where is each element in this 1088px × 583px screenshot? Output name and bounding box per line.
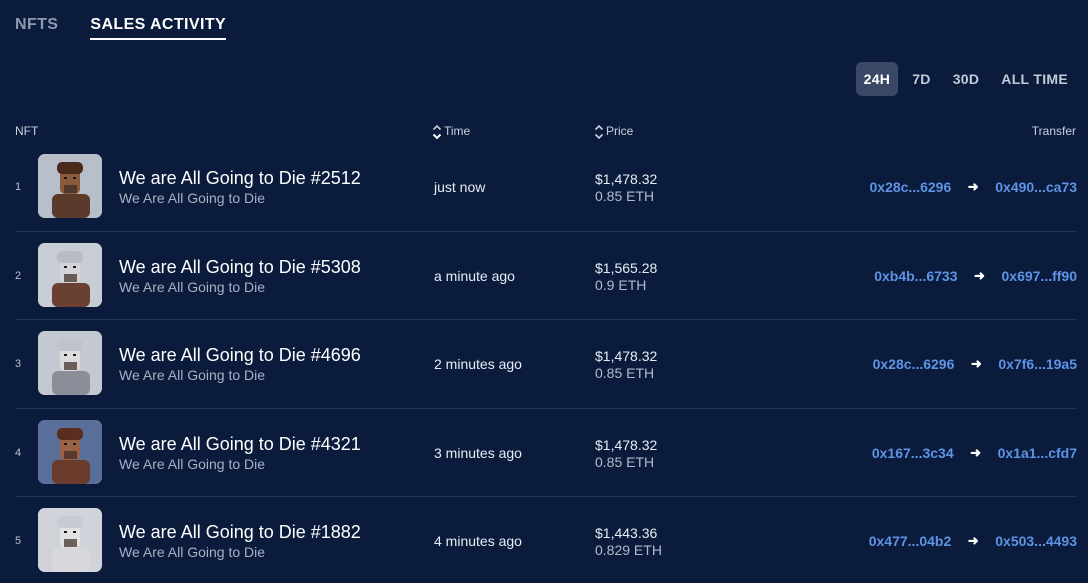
to-address-link[interactable]: 0x490...ca73	[995, 179, 1077, 195]
arrow-right-icon: ➜	[974, 267, 985, 283]
nft-collection-name: We Are All Going to Die	[119, 544, 266, 560]
to-address-link[interactable]: 0x697...ff90	[1002, 268, 1078, 284]
nft-avatar-image	[38, 242, 102, 307]
table-row[interactable]: 5 We are All Going to Die #1882 We Are A…	[15, 497, 1077, 583]
sale-time: just now	[434, 179, 486, 195]
view-tabs: NFTS SALES ACTIVITY	[15, 16, 227, 40]
nft-thumbnail[interactable]	[38, 331, 102, 395]
from-address-link[interactable]: 0x477...04b2	[869, 533, 952, 549]
sale-time: 3 minutes ago	[434, 444, 522, 461]
price-eth: 0.9 ETH	[595, 276, 647, 293]
row-rank: 2	[15, 269, 22, 282]
nft-collection-name: We Are All Going to Die	[119, 455, 266, 472]
nft-name-link[interactable]: We are All Going to Die #2512	[119, 168, 361, 189]
nft-name-link[interactable]: We are All Going to Die #4321	[119, 434, 361, 455]
table-row[interactable]: 3 We are All Going to Die #4696 We Are A…	[15, 320, 1077, 409]
row-rank: 5	[15, 535, 22, 547]
arrow-right-icon: ➜	[970, 356, 982, 371]
from-address-link[interactable]: 0xb4b...6733	[874, 268, 957, 284]
sales-activity-page: NFTS SALES ACTIVITY 24H 7D 30D ALL TIME …	[0, 0, 1088, 583]
sort-icon	[432, 124, 442, 140]
nft-avatar-image	[38, 331, 102, 395]
period-filter: 24H 7D 30D ALL TIME	[855, 62, 1076, 96]
price-usd: $1,478.32	[595, 171, 658, 187]
transfer: 0x28c...6296 ➜ 0x7f6...19a5	[873, 356, 1077, 372]
price-eth: 0.85 ETH	[595, 453, 655, 470]
header-price-sort[interactable]: Price	[594, 124, 634, 140]
price-usd: $1,478.32	[595, 436, 658, 453]
nft-collection-name: We Are All Going to Die	[119, 190, 266, 206]
from-address-link[interactable]: 0x167...3c34	[872, 445, 954, 461]
table-row[interactable]: 4 We are All Going to Die #4321 We Are A…	[15, 409, 1077, 497]
nft-avatar-image	[38, 419, 102, 484]
price-usd: $1,565.28	[595, 259, 658, 276]
nft-collection-name: We Are All Going to Die	[119, 367, 266, 383]
arrow-right-icon: ➜	[970, 444, 982, 460]
nft-collection-name: We Are All Going to Die	[119, 278, 266, 295]
header-price-label: Price	[606, 124, 634, 138]
period-all-time-button[interactable]: ALL TIME	[993, 62, 1076, 96]
transfer: 0x28c...6296 ➜ 0x490...ca73	[870, 179, 1078, 195]
header-nft: NFT	[15, 124, 39, 138]
period-7d-button[interactable]: 7D	[904, 62, 939, 96]
sales-table-body: 1 We are All Going to Die #2512 We Are A…	[15, 143, 1077, 583]
price-usd: $1,443.36	[595, 525, 658, 541]
sort-icon	[594, 124, 604, 140]
nft-name-link[interactable]: We are All Going to Die #4696	[119, 345, 361, 366]
header-time-label: Time	[444, 124, 471, 138]
table-row[interactable]: 1 We are All Going to Die #2512 We Are A…	[15, 143, 1077, 232]
nft-thumbnail[interactable]	[38, 419, 102, 484]
nft-thumbnail[interactable]	[38, 154, 102, 218]
header-time-sort[interactable]: Time	[432, 124, 471, 140]
price-eth: 0.85 ETH	[595, 188, 655, 204]
transfer: 0xb4b...6733 ➜ 0x697...ff90	[874, 268, 1077, 284]
sale-time: 2 minutes ago	[434, 356, 522, 372]
arrow-right-icon: ➜	[967, 533, 979, 548]
row-rank: 4	[15, 446, 22, 459]
nft-name-link[interactable]: We are All Going to Die #5308	[119, 257, 361, 278]
tab-nfts[interactable]: NFTS	[15, 16, 58, 40]
arrow-right-icon: ➜	[967, 179, 979, 194]
nft-name-link[interactable]: We are All Going to Die #1882	[119, 522, 361, 543]
to-address-link[interactable]: 0x503...4493	[995, 533, 1077, 549]
header-transfer: Transfer	[1031, 124, 1076, 138]
from-address-link[interactable]: 0x28c...6296	[873, 356, 955, 372]
period-30d-button[interactable]: 30D	[945, 62, 988, 96]
to-address-link[interactable]: 0x1a1...cfd7	[998, 445, 1077, 461]
period-24h-button[interactable]: 24H	[855, 62, 899, 96]
nft-thumbnail[interactable]	[38, 242, 102, 307]
sale-time: a minute ago	[434, 267, 515, 284]
price-eth: 0.829 ETH	[595, 542, 662, 558]
row-rank: 1	[15, 181, 22, 193]
to-address-link[interactable]: 0x7f6...19a5	[998, 356, 1077, 372]
nft-thumbnail[interactable]	[38, 508, 102, 572]
price-usd: $1,478.32	[595, 348, 658, 364]
transfer: 0x167...3c34 ➜ 0x1a1...cfd7	[872, 445, 1077, 461]
table-row[interactable]: 2 We are All Going to Die #5308 We Are A…	[15, 232, 1077, 320]
sale-time: 4 minutes ago	[434, 533, 522, 549]
row-rank: 3	[15, 358, 22, 370]
price-eth: 0.85 ETH	[595, 365, 655, 381]
transfer: 0x477...04b2 ➜ 0x503...4493	[869, 533, 1077, 549]
nft-avatar-image	[38, 508, 102, 572]
tab-sales-activity[interactable]: SALES ACTIVITY	[90, 16, 227, 40]
nft-avatar-image	[38, 154, 102, 218]
from-address-link[interactable]: 0x28c...6296	[870, 179, 952, 195]
